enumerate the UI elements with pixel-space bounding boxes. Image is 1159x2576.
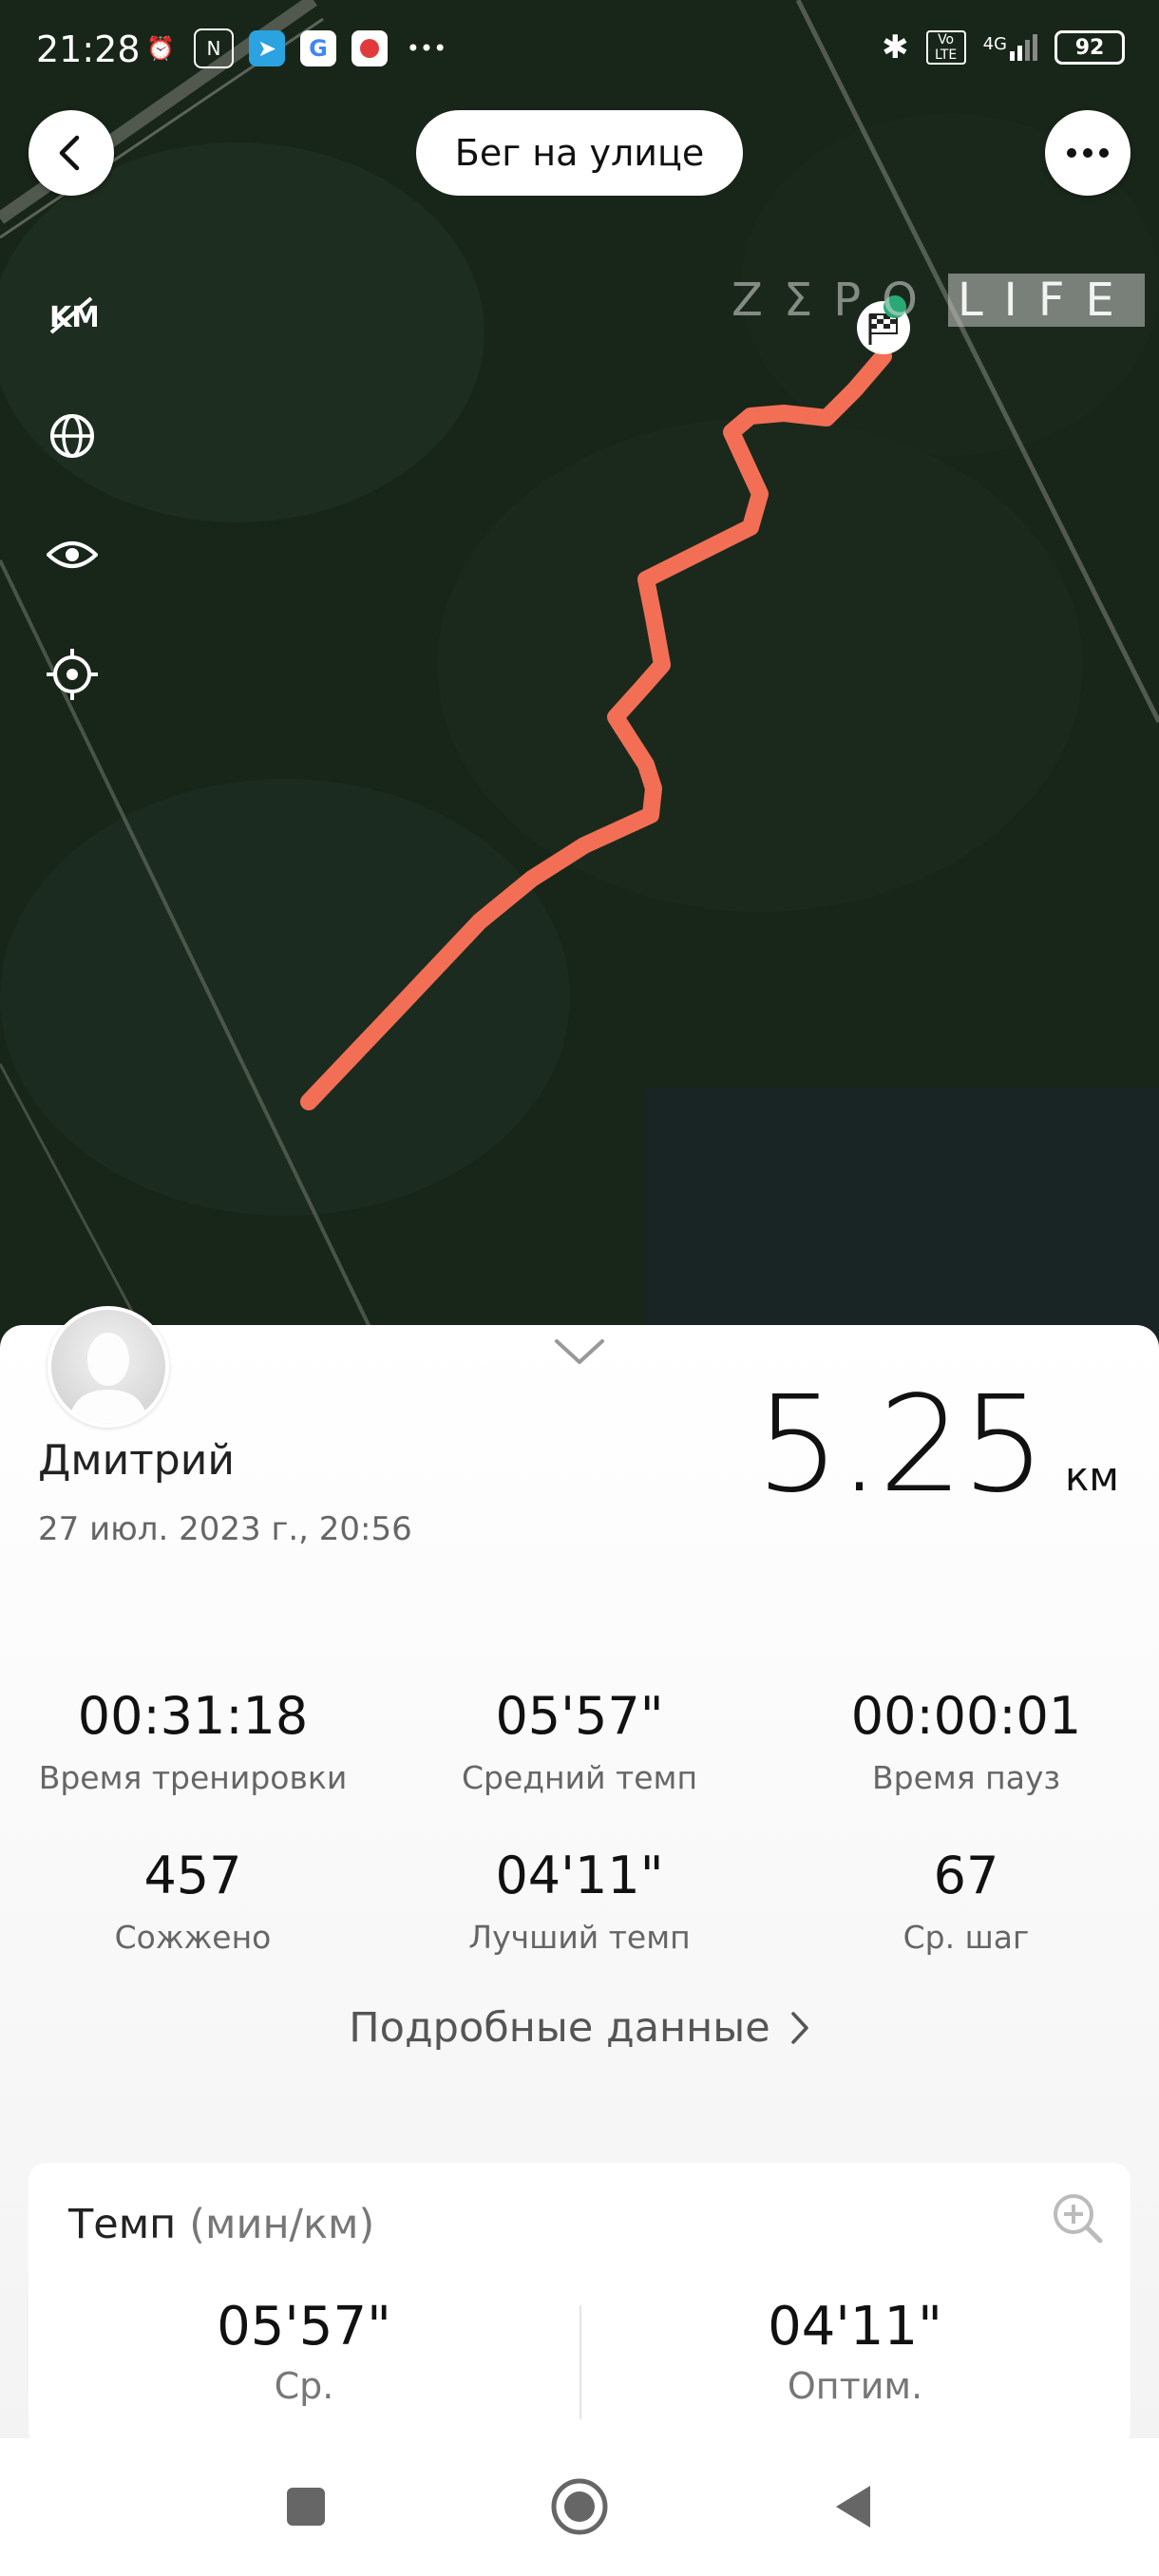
chevron-right-icon bbox=[790, 2012, 808, 2044]
workout-type-title[interactable]: Бег на улице bbox=[416, 110, 743, 196]
map-layer-toggle[interactable] bbox=[42, 406, 103, 466]
system-icons: ✱ Vo LTE 4G 92 bbox=[882, 28, 1125, 66]
zoom-in-button[interactable] bbox=[1051, 2191, 1104, 2248]
collapse-panel-button[interactable] bbox=[553, 1337, 606, 1370]
avatar[interactable] bbox=[48, 1306, 169, 1428]
zoom-in-icon bbox=[1054, 2194, 1103, 2244]
km-markers-toggle[interactable]: KM bbox=[42, 285, 103, 346]
bluetooth-icon: ✱ bbox=[882, 28, 909, 66]
locate-button[interactable] bbox=[42, 644, 103, 705]
user-name: Дмитрий bbox=[38, 1436, 235, 1485]
home-button[interactable] bbox=[545, 2472, 614, 2541]
system-navigation-bar bbox=[0, 2438, 1159, 2576]
detailed-data-label: Подробные данные bbox=[349, 2004, 770, 2052]
globe-icon bbox=[50, 414, 94, 458]
volte-icon: Vo LTE bbox=[925, 30, 966, 65]
app-icon bbox=[352, 30, 388, 66]
distance-value: 5.25 bbox=[755, 1368, 1046, 1523]
route-map[interactable]: ZΣPO LIFE 21:28 ⏰ N ➤ G ••• ✱ Vo LTE 4G 9… bbox=[0, 0, 1159, 1349]
detailed-data-link[interactable]: Подробные данные bbox=[0, 2004, 1159, 2052]
pace-card-title: Темп (мин/км) bbox=[68, 2201, 375, 2248]
more-icon bbox=[1067, 148, 1109, 158]
stat-best-pace: 04'11" Лучший темп bbox=[468, 1846, 691, 1956]
pace-avg: 05'57" Ср. bbox=[217, 2296, 391, 2407]
locate-icon bbox=[47, 649, 98, 700]
watermark-logo: ZΣPO LIFE bbox=[732, 274, 1145, 327]
more-notifications-icon: ••• bbox=[406, 35, 447, 62]
google-icon: G bbox=[300, 30, 336, 66]
status-bar: 21:28 ⏰ N ➤ G ••• ✱ Vo LTE 4G 92 bbox=[0, 0, 1159, 104]
triangle-back-icon bbox=[836, 2486, 870, 2528]
status-time: 21:28 bbox=[36, 28, 141, 70]
workout-date: 27 июл. 2023 г., 20:56 bbox=[38, 1510, 412, 1548]
stat-calories: 457 Сожжено bbox=[114, 1846, 272, 1956]
recents-button[interactable] bbox=[272, 2472, 340, 2541]
home-circle-icon bbox=[551, 2478, 608, 2535]
more-button[interactable] bbox=[1045, 110, 1130, 196]
km-markers-icon: KM bbox=[49, 296, 97, 334]
network-icon: 4G bbox=[983, 34, 1037, 61]
alarm-icon: ⏰ bbox=[146, 35, 175, 62]
battery-icon: 92 bbox=[1054, 30, 1125, 65]
visibility-toggle[interactable] bbox=[42, 524, 103, 585]
pace-best: 04'11" Оптим. bbox=[768, 2296, 942, 2407]
back-arrow-icon bbox=[59, 135, 80, 171]
chevron-down-icon bbox=[555, 1339, 604, 1364]
distance-unit: км bbox=[1064, 1453, 1119, 1500]
total-distance: 5.25 км bbox=[755, 1368, 1119, 1523]
nfc-icon: N bbox=[194, 28, 234, 68]
square-icon bbox=[287, 2488, 325, 2526]
map-terrain bbox=[0, 0, 1159, 1349]
stat-workout-time: 00:31:18 Время тренировки bbox=[38, 1686, 348, 1796]
notification-icons: ⏰ N ➤ G ••• bbox=[142, 28, 450, 68]
stat-avg-stride: 67 Ср. шаг bbox=[902, 1846, 1030, 1956]
back-button[interactable] bbox=[28, 110, 114, 196]
stat-pause-time: 00:00:01 Время пауз bbox=[850, 1686, 1082, 1796]
back-nav-button[interactable] bbox=[819, 2472, 887, 2541]
pace-card: Темп (мин/км) 05'57" Ср. 04'11" Оптим. bbox=[28, 2163, 1130, 2448]
eye-icon bbox=[47, 541, 98, 568]
stat-avg-pace: 05'57" Средний темп bbox=[461, 1686, 698, 1796]
user-silhouette-icon bbox=[68, 1333, 148, 1424]
telegram-icon: ➤ bbox=[249, 30, 285, 66]
